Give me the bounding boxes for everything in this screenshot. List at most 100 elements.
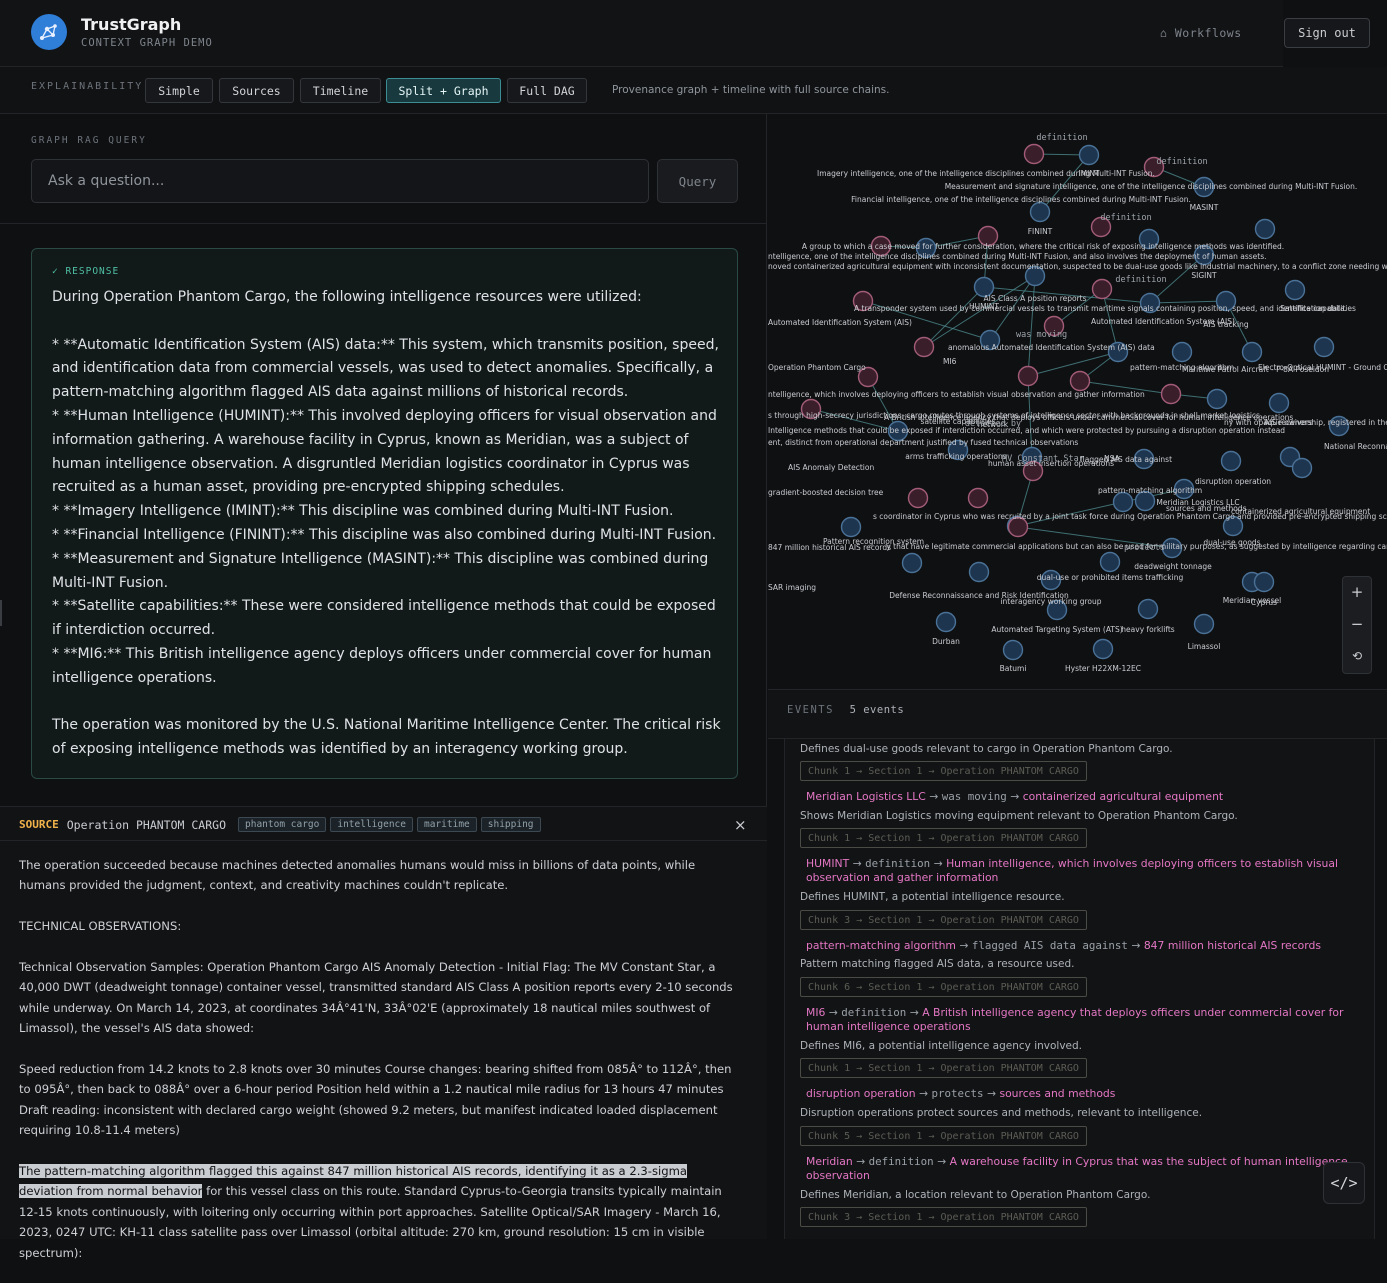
entity-node[interactable] — [968, 561, 990, 583]
entity-node[interactable] — [1206, 388, 1228, 410]
entity-node[interactable] — [1193, 613, 1215, 635]
edge-label: protects — [1124, 543, 1165, 553]
definition-node[interactable] — [1160, 383, 1182, 405]
zoom-in-button[interactable]: + — [1343, 577, 1371, 607]
entity-node[interactable] — [1078, 144, 1100, 166]
reset-view-button[interactable]: ⟲ — [1343, 641, 1371, 671]
event-triple[interactable]: HUMINT → definition → Human intelligence… — [806, 857, 1351, 885]
sign-out-button[interactable]: Sign out — [1284, 18, 1370, 48]
response-paragraph: * **Imagery Intelligence (IMINT):** This… — [52, 503, 674, 520]
tab-sources[interactable]: Sources — [219, 78, 294, 103]
tag-chip[interactable]: shipping — [480, 817, 541, 832]
definition-node[interactable] — [1023, 143, 1045, 165]
graph-canvas[interactable]: definitionImagery intelligence, one of t… — [768, 114, 1387, 689]
node-label: interagency working group — [1000, 597, 1101, 606]
chunk-reference[interactable]: Chunk 1 → Section 1 → Operation PHANTOM … — [800, 828, 1087, 848]
zoom-out-button[interactable]: − — [1343, 609, 1371, 639]
entity-node[interactable] — [1284, 279, 1306, 301]
entity-node[interactable] — [1029, 201, 1051, 223]
arrow-icon: → — [983, 1087, 1000, 1100]
entity-node[interactable] — [1291, 457, 1313, 479]
node-label: ntelligence, one of the intelligence dis… — [768, 252, 1267, 261]
explainability-bar: EXPLAINABILITY Simple Sources Timeline S… — [0, 67, 1387, 114]
event-description: Pattern matching flagged AIS data, a res… — [800, 958, 1075, 970]
triple-object: 847 million historical AIS records — [1143, 939, 1321, 952]
tab-split-graph[interactable]: Split + Graph — [386, 78, 501, 103]
source-paragraph: Technical Observation Samples: Operation… — [19, 960, 733, 1036]
tag-chip[interactable]: phantom cargo — [238, 817, 327, 832]
definition-node[interactable] — [1069, 370, 1091, 392]
node-label: ntelligence, which involves deploying of… — [768, 390, 1145, 399]
trustgraph-logo[interactable] — [31, 14, 67, 50]
definition-node[interactable] — [1091, 278, 1113, 300]
chunk-reference[interactable]: Chunk 3 → Section 1 → Operation PHANTOM … — [800, 1207, 1087, 1227]
chunk-reference[interactable]: Chunk 6 → Section 1 → Operation PHANTOM … — [800, 977, 1087, 997]
events-header: EVENTS 5 events — [768, 689, 1387, 739]
arrow-icon: → — [852, 1155, 869, 1168]
node-label: ent, distinct from operational departmen… — [768, 438, 1078, 447]
chunk-reference[interactable]: Chunk 5 → Section 1 → Operation PHANTOM … — [800, 1126, 1087, 1146]
events-list[interactable]: Defines dual-use goods relevant to cargo… — [784, 739, 1375, 1239]
node-label: dual-use or prohibited items trafficking — [1037, 573, 1184, 582]
tag-chip[interactable]: intelligence — [330, 817, 413, 832]
events-count: 5 events — [849, 704, 905, 716]
event-triple[interactable]: Meridian Logistics LLC → was moving → co… — [806, 790, 1351, 804]
graph-edge — [1027, 351, 1119, 377]
definition-node[interactable] — [967, 487, 989, 509]
entity-node[interactable] — [1253, 571, 1275, 593]
chunk-reference[interactable]: Chunk 3 → Section 1 → Operation PHANTOM … — [800, 910, 1087, 930]
entity-node[interactable] — [901, 552, 923, 574]
close-icon[interactable]: × — [734, 816, 747, 834]
node-label: dual-use goods — [1203, 538, 1260, 547]
entity-node[interactable] — [1002, 639, 1024, 661]
event-description: Disruption operations protect sources an… — [800, 1107, 1203, 1119]
entity-node[interactable] — [1313, 336, 1335, 358]
entity-node[interactable] — [1220, 450, 1242, 472]
node-label: Durban — [932, 637, 960, 646]
arrow-icon: → — [933, 1155, 950, 1168]
graph-edge — [1149, 300, 1227, 304]
entity-node[interactable] — [840, 516, 862, 538]
entity-node[interactable] — [935, 611, 957, 633]
node-label: noved containerized agricultural equipme… — [768, 262, 1387, 271]
definition-node[interactable] — [1017, 365, 1039, 387]
provenance-graph[interactable]: definition Imagery intelligence, one of t… — [768, 114, 1387, 689]
source-paragraph: TECHNICAL OBSERVATIONS: — [19, 919, 182, 934]
definition-node[interactable] — [913, 336, 935, 358]
entity-node[interactable] — [1241, 341, 1263, 363]
entity-node[interactable] — [1137, 598, 1159, 620]
tab-timeline[interactable]: Timeline — [300, 78, 381, 103]
response-paragraph: * **Automatic Identification System (AIS… — [52, 336, 719, 401]
event-triple[interactable]: disruption operation → protects → source… — [806, 1087, 1351, 1101]
definition-node[interactable] — [907, 487, 929, 509]
chunk-reference[interactable]: Chunk 1 → Section 1 → Operation PHANTOM … — [800, 761, 1087, 781]
event-triple[interactable]: Meridian → definition → A warehouse faci… — [806, 1155, 1351, 1183]
app-subtitle: CONTEXT GRAPH DEMO — [81, 37, 213, 49]
node-label: Operation Phantom Cargo — [768, 363, 866, 372]
tab-simple[interactable]: Simple — [145, 78, 213, 103]
entity-node[interactable] — [1092, 638, 1114, 660]
tab-full-dag[interactable]: Full DAG — [507, 78, 587, 103]
response-paragraph: During Operation Phantom Cargo, the foll… — [52, 289, 642, 305]
node-label: Electro-Optical HUMINT - Ground Observ — [1258, 363, 1387, 372]
entity-node[interactable] — [1099, 551, 1121, 573]
workflows-link[interactable]: ⌂ Workflows — [1160, 26, 1242, 40]
chunk-reference[interactable]: Chunk 1 → Section 1 → Operation PHANTOM … — [800, 1058, 1087, 1078]
event-description: Defines MI6, a potential intelligence ag… — [800, 1040, 1083, 1052]
node-label: anomalous Automated Identification Syste… — [948, 343, 1155, 352]
code-icon[interactable]: </> — [1323, 1162, 1365, 1204]
entity-node[interactable] — [1254, 218, 1276, 240]
query-button[interactable]: Query — [657, 159, 738, 203]
entity-node[interactable] — [1171, 341, 1193, 363]
mode-description: Provenance graph + timeline with full so… — [612, 84, 890, 96]
edge-label: detected by — [965, 419, 1021, 429]
entity-node[interactable] — [1268, 392, 1290, 414]
tag-chip[interactable]: maritime — [417, 817, 477, 832]
question-input[interactable]: Ask a question... — [31, 159, 649, 203]
node-label: AIS receivers — [1264, 418, 1313, 427]
event-triple[interactable]: MI6 → definition → A British intelligenc… — [806, 1006, 1351, 1034]
arrow-icon: → — [1006, 790, 1023, 803]
arrow-icon: → — [906, 1006, 923, 1019]
entity-node[interactable] — [1112, 491, 1134, 513]
event-triple[interactable]: pattern-matching algorithm → flagged AIS… — [806, 939, 1351, 953]
